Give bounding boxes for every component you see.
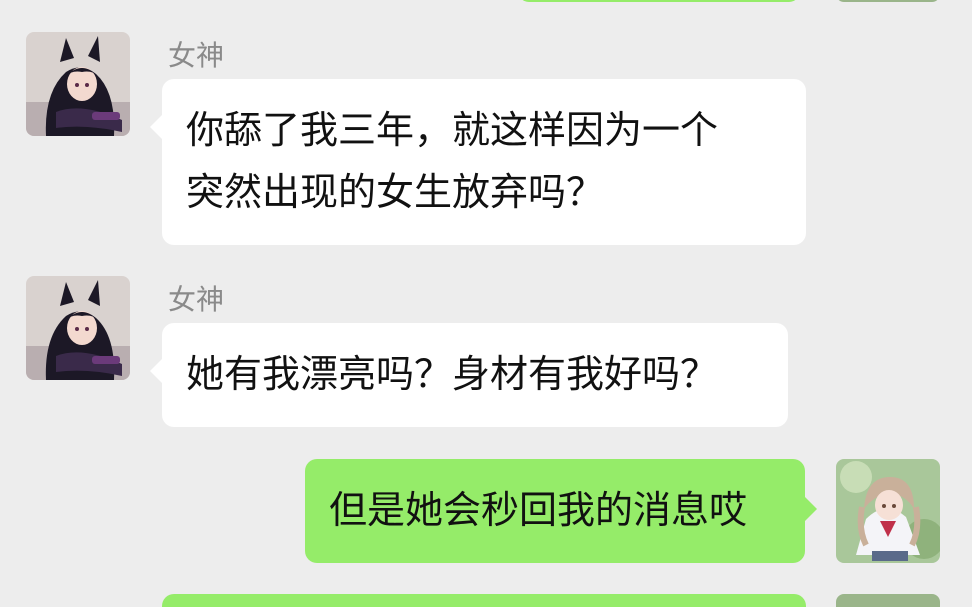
self-avatar[interactable] [836,459,940,563]
message-bubble-incoming[interactable]: 你舔了我三年，就这样因为一个 突然出现的女生放弃吗？ [150,79,806,245]
message-bubble-outgoing-partial[interactable] [518,0,800,2]
anime-girl-dark-hair-avatar-icon [26,276,130,380]
anime-girl-dark-hair-avatar-icon [26,32,130,136]
chat-window: 女神 你舔了我三年，就这样因为一个 突然出现的女生放弃吗？ 女神 她有我漂亮吗？… [0,0,972,607]
message-text: 但是她会秒回我的消息哎 [329,488,748,532]
bubble-tail [150,115,162,139]
message-bubble-incoming[interactable]: 她有我漂亮吗？身材有我好吗？ [150,323,788,427]
avatar-self-partial[interactable] [836,0,940,2]
sender-name: 女神 [168,39,225,72]
sender-name: 女神 [168,283,225,316]
bubble-tail [805,497,817,521]
anime-girl-light-hair-avatar-icon [836,459,940,563]
contact-avatar[interactable] [26,32,130,136]
contact-avatar[interactable] [26,276,130,380]
message-text: 她有我漂亮吗？身材有我好吗？ [186,352,719,396]
message-bubble-outgoing[interactable]: 但是她会秒回我的消息哎 [305,459,817,563]
avatar-self-partial[interactable] [836,594,940,607]
message-text: 你舔了我三年，就这样因为一个 突然出现的女生放弃吗？ [186,108,719,214]
bubble-tail [150,359,162,383]
message-bubble-outgoing-partial[interactable] [162,594,806,607]
